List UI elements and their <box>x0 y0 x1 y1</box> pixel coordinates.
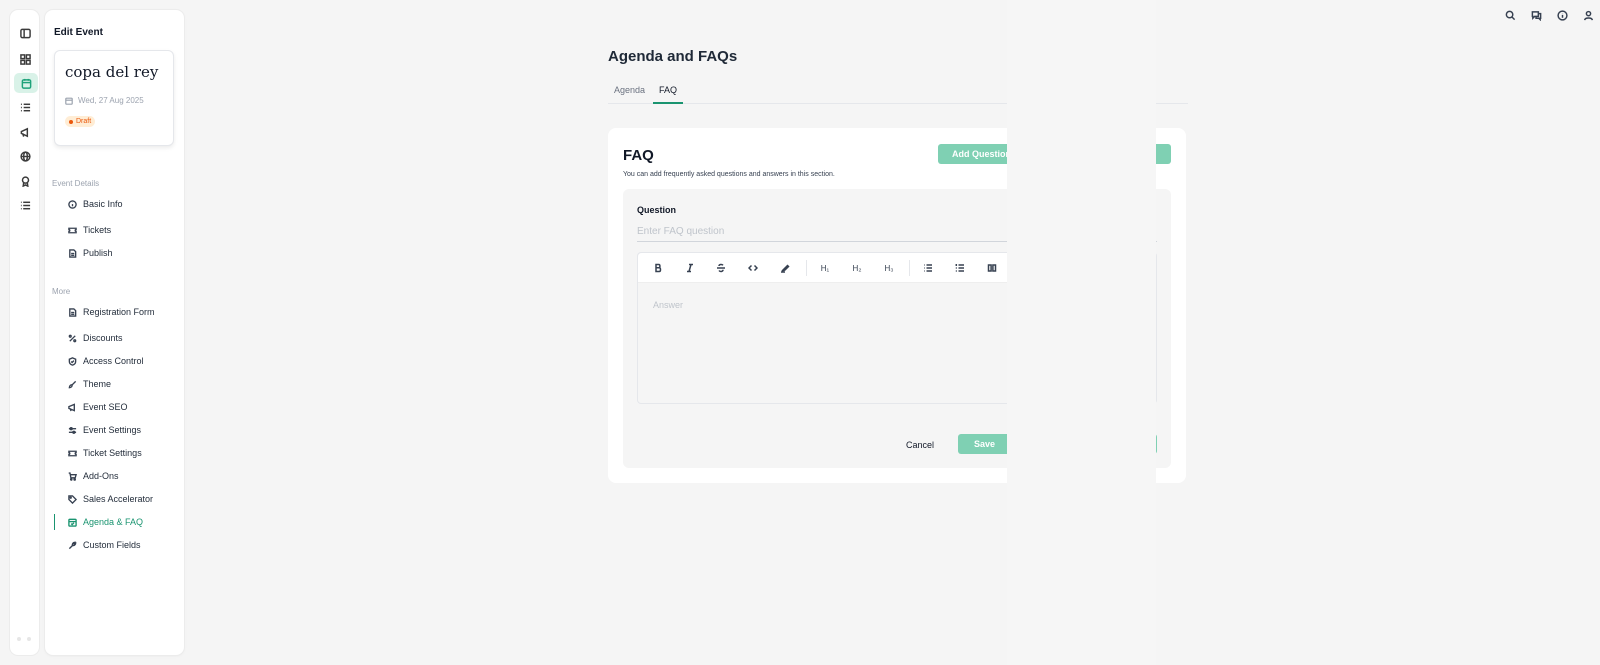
nav-item-access-control[interactable]: Access Control <box>68 353 144 369</box>
bullet-list-icon[interactable] <box>921 261 935 275</box>
heading2-icon[interactable]: H₂ <box>850 261 864 275</box>
rail-footer <box>17 637 31 641</box>
user-icon[interactable] <box>1582 9 1594 21</box>
shield-icon <box>68 356 77 366</box>
heading1-icon[interactable]: H₁ <box>818 261 832 275</box>
chat-icon[interactable] <box>1530 9 1542 21</box>
tag-icon <box>68 494 77 504</box>
ticket-icon <box>68 227 77 233</box>
nav-item-label: Custom Fields <box>83 540 141 550</box>
toolbar-divider <box>909 260 910 276</box>
status-text: Draft <box>76 118 92 125</box>
nav-item-label: Registration Form <box>83 307 155 317</box>
nav-item-theme[interactable]: Theme <box>68 376 111 392</box>
heading3-icon[interactable]: H₃ <box>882 261 896 275</box>
nav-item-label: Sales Accelerator <box>83 494 154 504</box>
nav-item-publish[interactable]: Publish <box>68 245 113 261</box>
globe-icon[interactable] <box>15 146 35 166</box>
nav-item-label: Agenda & FAQ <box>83 517 144 527</box>
more-label: More <box>52 287 71 296</box>
cart-icon <box>68 471 77 481</box>
nav-item-basic-info[interactable]: Basic Info <box>68 196 123 212</box>
sidebar-toggle-icon[interactable] <box>15 23 35 43</box>
megaphone-icon <box>68 402 75 412</box>
nav-item-label: Event SEO <box>83 402 128 412</box>
form-icon <box>69 307 77 317</box>
strikethrough-icon[interactable] <box>714 261 728 275</box>
nav-item-ticket-settings[interactable]: Ticket Settings <box>68 445 142 461</box>
badge-icon[interactable] <box>15 171 35 191</box>
nav-item-sales-accelerator[interactable]: Sales Accelerator <box>68 491 153 507</box>
nav-item-add-ons[interactable]: Add-Ons <box>68 468 119 484</box>
document-icon <box>69 248 77 258</box>
nav-item-label: Theme <box>83 379 112 389</box>
list-icon[interactable] <box>15 97 35 117</box>
answer-placeholder[interactable]: Answer <box>653 300 683 310</box>
info-icon[interactable] <box>1556 9 1568 21</box>
calendar-icon[interactable] <box>14 73 38 93</box>
cancel-button[interactable]: Cancel <box>906 440 934 450</box>
nav-item-label: Publish <box>83 248 113 258</box>
ticket-icon <box>68 450 77 456</box>
status-dot-icon <box>69 119 73 124</box>
question-label: Question <box>637 205 677 215</box>
calendar-check-icon <box>68 518 77 527</box>
nav-item-discounts[interactable]: Discounts <box>68 330 123 346</box>
highlight-icon[interactable] <box>778 261 792 275</box>
nav-item-label: Ticket Settings <box>83 448 142 458</box>
panel-title: Edit Event <box>54 27 103 38</box>
nav-item-event-settings[interactable]: Event Settings <box>68 422 141 438</box>
bold-icon[interactable] <box>651 261 665 275</box>
event-date: Wed, 27 Aug 2025 <box>65 96 144 105</box>
nav-item-custom-fields[interactable]: Custom Fields <box>68 537 141 553</box>
nav-item-label: Access Control <box>83 356 144 366</box>
nav-item-label: Event Settings <box>83 425 142 435</box>
percent-icon <box>68 334 77 342</box>
tab-faq[interactable]: FAQ <box>653 85 684 104</box>
search-icon[interactable] <box>1504 9 1516 21</box>
edit-event-panel: Edit Event copa del rey Wed, 27 Aug 2025… <box>45 10 184 655</box>
nav-item-label: Discounts <box>83 333 123 343</box>
calendar-icon <box>65 97 73 105</box>
event-details-label: Event Details <box>52 179 100 188</box>
info-icon <box>68 199 77 209</box>
nav-item-agenda-faq[interactable]: Agenda & FAQ <box>68 514 143 530</box>
code-icon[interactable] <box>746 261 760 275</box>
nav-item-label: Basic Info <box>83 199 123 209</box>
megaphone-icon[interactable] <box>15 122 35 142</box>
faq-title: FAQ <box>623 147 654 164</box>
menu-icon[interactable] <box>15 195 35 215</box>
faq-subtitle: You can add frequently asked questions a… <box>623 171 835 178</box>
brush-icon <box>68 380 77 388</box>
quote-icon[interactable] <box>985 261 999 275</box>
status-badge: Draft <box>65 116 96 127</box>
top-toolbar <box>1504 9 1594 21</box>
tab-agenda[interactable]: Agenda <box>608 85 651 104</box>
nav-item-event-seo[interactable]: Event SEO <box>68 399 128 415</box>
nav-item-registration-form[interactable]: Registration Form <box>68 304 155 320</box>
sliders-icon <box>68 426 77 434</box>
page-title: Agenda and FAQs <box>608 48 738 65</box>
italic-icon[interactable] <box>683 261 697 275</box>
dashboard-icon[interactable] <box>15 49 35 69</box>
wrench-icon <box>68 541 77 549</box>
event-card[interactable]: copa del rey Wed, 27 Aug 2025 Draft <box>54 50 174 146</box>
nav-item-label: Tickets <box>83 225 112 235</box>
toolbar-divider <box>806 260 807 276</box>
overlay-panel <box>1007 0 1156 665</box>
nav-item-tickets[interactable]: Tickets <box>68 222 111 238</box>
active-indicator <box>54 514 55 530</box>
event-date-text: Wed, 27 Aug 2025 <box>78 96 144 105</box>
event-name: copa del rey <box>65 63 159 81</box>
nav-item-label: Add-Ons <box>83 471 119 481</box>
ordered-list-icon[interactable] <box>953 261 967 275</box>
icon-rail <box>10 10 39 655</box>
